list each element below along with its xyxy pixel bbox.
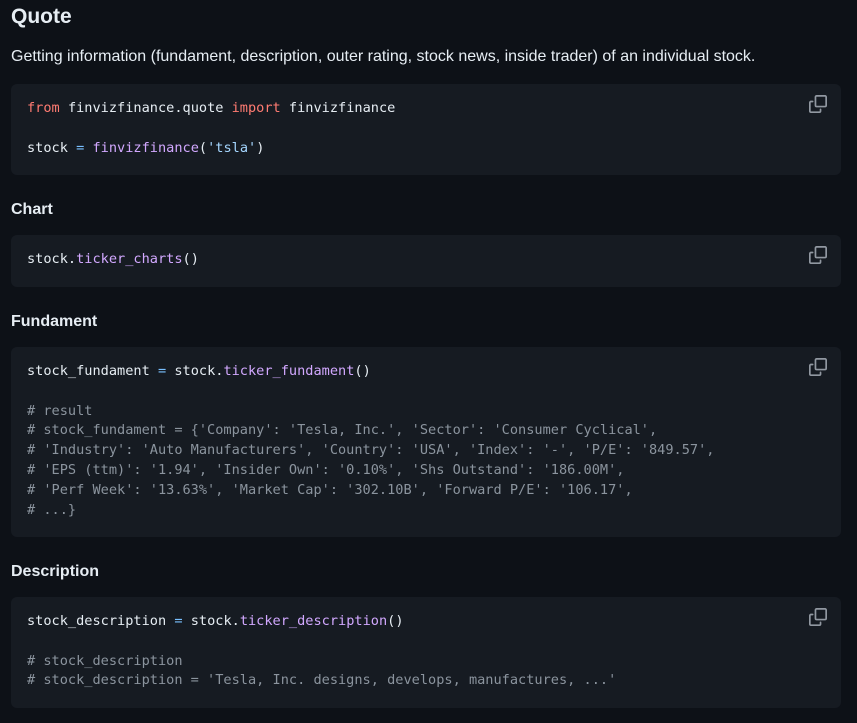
fundament-code-block: stock_fundament = stock.ticker_fundament… (11, 347, 841, 537)
fundament-code[interactable]: stock_fundament = stock.ticker_fundament… (27, 362, 825, 520)
chart-code[interactable]: stock.ticker_charts() (27, 250, 825, 270)
code-comment-line: # stock_fundament = {'Company': 'Tesla, … (27, 422, 658, 439)
quote-code-block: from finvizfinance.quote import finvizfi… (11, 84, 841, 175)
fundament-heading: Fundament (11, 313, 98, 330)
copy-icon[interactable] (809, 358, 827, 376)
ticker-arg: 'tsla' (207, 139, 257, 156)
code-comment-line: # 'Industry': 'Auto Manufacturers', 'Cou… (27, 442, 715, 459)
chart-heading: Chart (11, 201, 53, 218)
stock-object: stock (174, 363, 216, 379)
code-comment-line: # 'Perf Week': '13.63%', 'Market Cap': '… (27, 481, 633, 498)
quote-description: Getting information (fundament, descript… (11, 48, 756, 65)
assign-op: = (76, 139, 85, 156)
description-code-block: stock_description = stock.ticker_descrip… (11, 597, 841, 708)
readme-page: Quote Getting information (fundament, de… (0, 0, 857, 723)
ticker-charts-method: ticker_charts (76, 251, 183, 267)
description-heading: Description (11, 563, 100, 580)
code-comment-line: # 'EPS (ttm)': '1.94', 'Insider Own': '0… (27, 461, 625, 478)
copy-icon[interactable] (809, 608, 827, 626)
chart-code-block: stock.ticker_charts() (11, 235, 841, 287)
code-comment-line: # result (27, 402, 93, 419)
fundament-var: stock_fundament (27, 363, 150, 379)
import-keyword: import (231, 100, 281, 116)
code-comment-line: # stock_description (27, 652, 183, 669)
copy-icon[interactable] (809, 246, 827, 264)
module-name: finvizfinance.quote (67, 100, 224, 116)
description-code[interactable]: stock_description = stock.ticker_descrip… (27, 612, 825, 691)
assign-op: = (157, 363, 167, 379)
stock-var: stock (27, 139, 68, 156)
code-comment-line: # ...} (27, 501, 77, 518)
quote-heading: Quote (11, 5, 72, 28)
stock-object: stock (190, 613, 232, 629)
code-comment-line: # stock_description = 'Tesla, Inc. desig… (27, 672, 617, 689)
stock-object: stock (27, 251, 68, 267)
constructor-call: finvizfinance (92, 139, 199, 156)
quote-code[interactable]: from finvizfinance.quote import finvizfi… (27, 99, 825, 158)
from-keyword: from (27, 100, 60, 116)
description-var: stock_description (27, 613, 167, 629)
copy-icon[interactable] (809, 95, 827, 113)
ticker-fundament-method: ticker_fundament (223, 363, 355, 379)
assign-op: = (174, 613, 183, 629)
ticker-description-method: ticker_description (239, 613, 388, 629)
imported-class: finvizfinance (288, 100, 396, 116)
